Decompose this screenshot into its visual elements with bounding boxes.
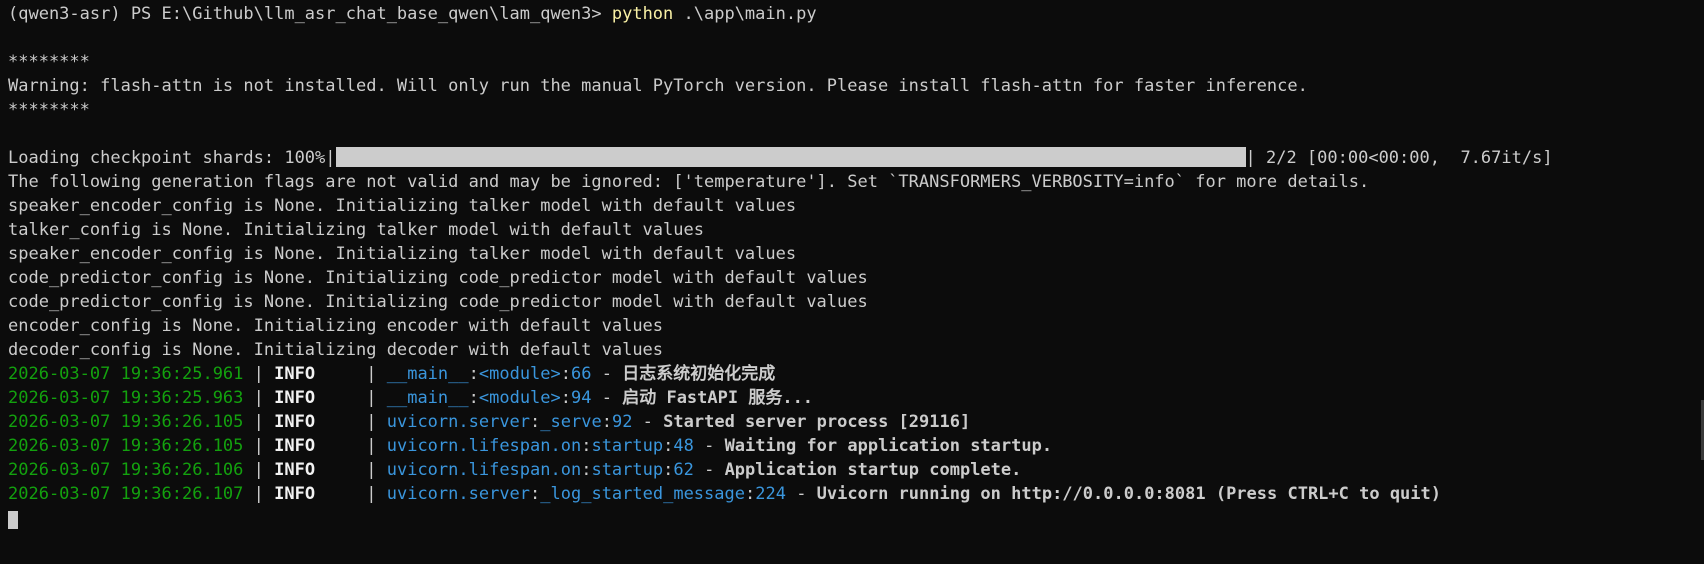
log-function: <module> (478, 364, 561, 384)
progress-bar (335, 147, 1246, 167)
log-timestamp: 2026-03-07 19:36:25.963 (8, 388, 244, 408)
output-line: encoder_config is None. Initializing enc… (8, 316, 664, 336)
log-sep: | (243, 436, 275, 456)
log-dash: - (591, 364, 623, 384)
log-function: <module> (478, 388, 561, 408)
log-line: 2026-03-07 19:36:26.107 | INFO | uvicorn… (8, 482, 1704, 506)
plain-output: The following generation flags are not v… (8, 170, 1704, 362)
log-colon: : (663, 436, 674, 456)
log-message: Uvicorn running on http://0.0.0.0:8081 (… (816, 484, 1441, 504)
log-sep: | (243, 484, 275, 504)
banner-warning: Warning: flash-attn is not installed. Wi… (8, 76, 1308, 96)
log-level: INFO (274, 364, 316, 384)
banner-stars-bottom: ******** (8, 100, 90, 120)
output-line: code_predictor_config is None. Initializ… (8, 268, 868, 288)
log-sep: | (315, 436, 387, 456)
log-message: 启动 FastAPI 服务... (622, 388, 814, 408)
terminal-window[interactable]: (qwen3-asr) PS E:\Github\llm_asr_chat_ba… (0, 0, 1704, 564)
log-line: 2026-03-07 19:36:26.105 | INFO | uvicorn… (8, 410, 1704, 434)
log-timestamp: 2026-03-07 19:36:25.961 (8, 364, 244, 384)
log-colon: : (530, 484, 541, 504)
log-function: startup (591, 460, 664, 480)
log-lineno: 92 (611, 412, 633, 432)
progress-label: Loading checkpoint shards: 100%| (8, 148, 336, 168)
output-line: decoder_config is None. Initializing dec… (8, 340, 664, 360)
cursor-line (8, 506, 1704, 530)
output-line: speaker_encoder_config is None. Initiali… (8, 244, 797, 264)
log-colon: : (744, 484, 756, 504)
log-colon: : (560, 364, 572, 384)
log-dash: - (632, 412, 664, 432)
progress-suffix: | 2/2 [00:00<00:00, 7.67it/s] (1245, 148, 1553, 168)
log-sep: | (243, 364, 275, 384)
prompt-line: (qwen3-asr) PS E:\Github\llm_asr_chat_ba… (8, 2, 1704, 26)
log-line: 2026-03-07 19:36:26.105 | INFO | uvicorn… (8, 434, 1704, 458)
log-timestamp: 2026-03-07 19:36:26.105 (8, 436, 244, 456)
log-timestamp: 2026-03-07 19:36:26.105 (8, 412, 244, 432)
log-sep: | (315, 460, 387, 480)
log-message: Application startup complete. (724, 460, 1022, 480)
log-level: INFO (274, 388, 316, 408)
log-lineno: 224 (755, 484, 786, 504)
prompt-command: python (611, 4, 674, 24)
log-colon: : (468, 388, 479, 408)
log-sep: | (315, 484, 387, 504)
log-colon: : (560, 388, 572, 408)
output-line: code_predictor_config is None. Initializ… (8, 292, 868, 312)
log-level: INFO (274, 484, 316, 504)
log-lineno: 66 (571, 364, 592, 384)
log-module: uvicorn.lifespan.on (386, 460, 582, 480)
log-colon: : (663, 460, 674, 480)
log-line: 2026-03-07 19:36:25.963 | INFO | __main_… (8, 386, 1704, 410)
log-message: 日志系统初始化完成 (622, 364, 776, 384)
banner-stars-top: ******** (8, 52, 90, 72)
log-sep: | (315, 412, 387, 432)
log-module: __main__ (386, 364, 469, 384)
log-colon: : (601, 412, 612, 432)
log-output: 2026-03-07 19:36:25.961 | INFO | __main_… (8, 362, 1704, 506)
log-module: uvicorn.server (386, 412, 531, 432)
log-module: uvicorn.lifespan.on (386, 436, 582, 456)
log-function: _serve (540, 412, 602, 432)
log-timestamp: 2026-03-07 19:36:26.106 (8, 460, 244, 480)
output-line: talker_config is None. Initializing talk… (8, 220, 704, 240)
log-level: INFO (274, 412, 316, 432)
log-sep: | (315, 388, 387, 408)
log-colon: : (581, 436, 592, 456)
log-dash: - (785, 484, 817, 504)
log-sep: | (243, 388, 275, 408)
text-cursor (8, 511, 18, 529)
log-lineno: 48 (673, 436, 694, 456)
log-timestamp: 2026-03-07 19:36:26.107 (8, 484, 244, 504)
log-dash: - (693, 436, 725, 456)
prompt-prefix: (qwen3-asr) PS E:\Github\llm_asr_chat_ba… (8, 4, 612, 24)
log-line: 2026-03-07 19:36:26.106 | INFO | uvicorn… (8, 458, 1704, 482)
log-level: INFO (274, 436, 316, 456)
log-dash: - (591, 388, 623, 408)
log-module: uvicorn.server (386, 484, 531, 504)
log-level: INFO (274, 460, 316, 480)
log-lineno: 62 (673, 460, 694, 480)
log-dash: - (693, 460, 725, 480)
log-line: 2026-03-07 19:36:25.961 | INFO | __main_… (8, 362, 1704, 386)
log-module: __main__ (386, 388, 469, 408)
log-lineno: 94 (571, 388, 592, 408)
log-sep: | (243, 412, 275, 432)
log-colon: : (530, 412, 541, 432)
log-message: Waiting for application startup. (724, 436, 1053, 456)
log-colon: : (468, 364, 479, 384)
log-sep: | (243, 460, 275, 480)
log-colon: : (581, 460, 592, 480)
output-line: speaker_encoder_config is None. Initiali… (8, 196, 797, 216)
output-line: The following generation flags are not v… (8, 172, 1370, 192)
progress-line: Loading checkpoint shards: 100%| | 2/2 [0… (8, 146, 1704, 170)
log-sep: | (315, 364, 387, 384)
log-message: Started server process [29116] (663, 412, 971, 432)
log-function: _log_started_message (540, 484, 745, 504)
prompt-args: .\app\main.py (673, 4, 817, 24)
log-function: startup (591, 436, 664, 456)
